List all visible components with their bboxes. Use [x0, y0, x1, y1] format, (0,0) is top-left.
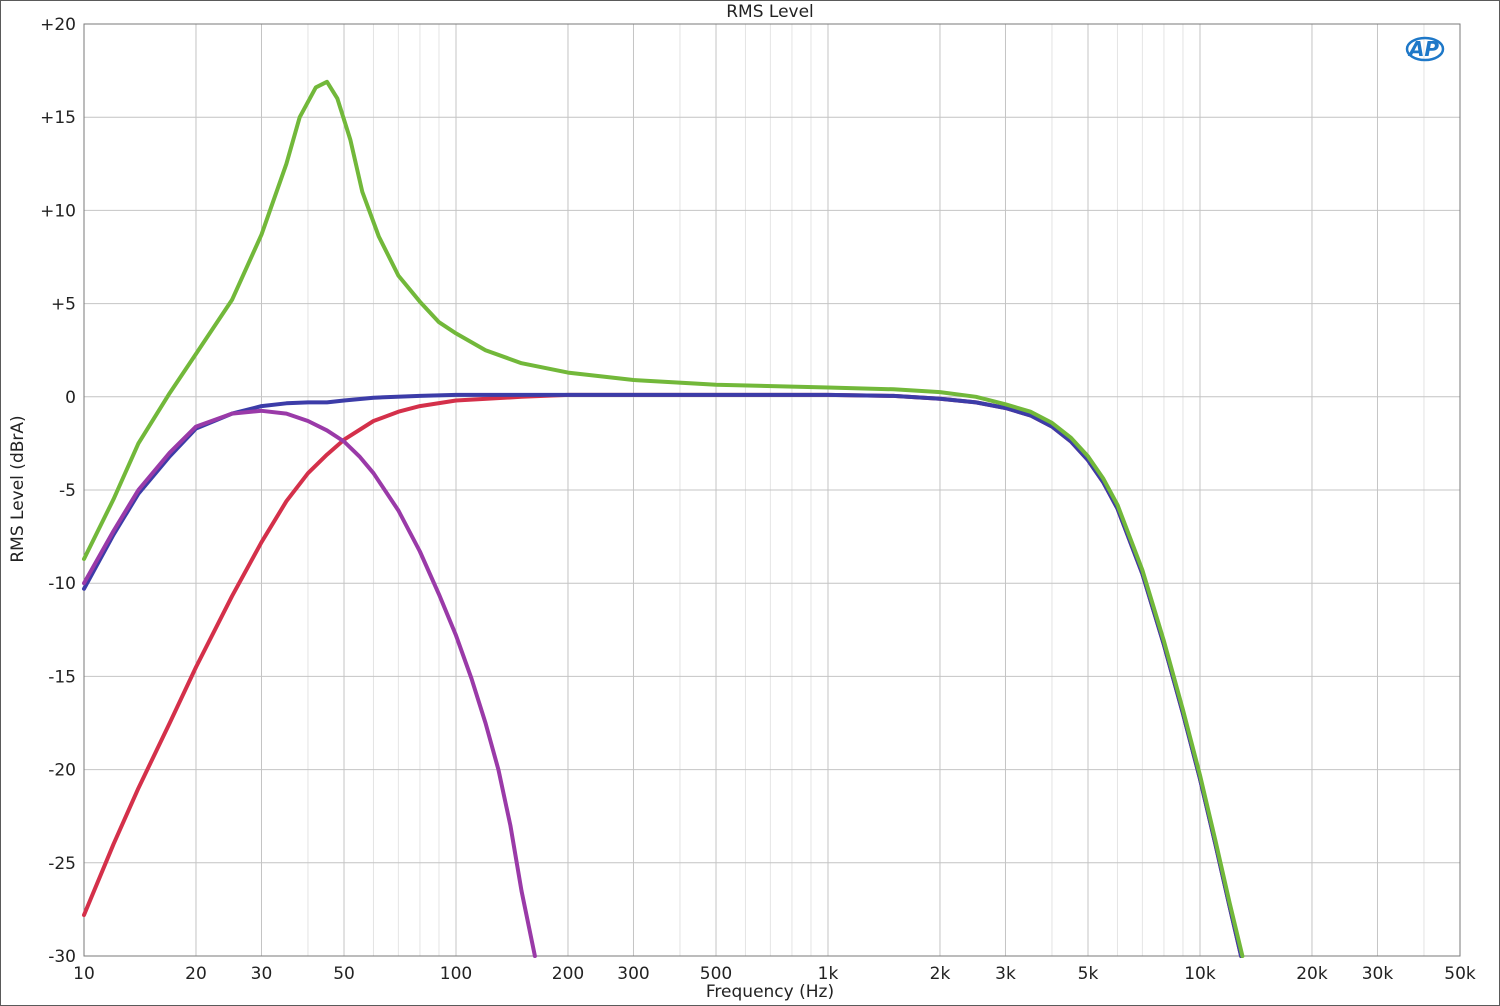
x-tick-labels: 10 20 30 50 100 200 300 500 1k 2k 3k 5k 10k 20k 30k 50k: [73, 964, 1476, 984]
series-lines: [82, 79, 1245, 958]
ap-logo-text: AP: [1407, 37, 1439, 61]
x-tick-label: 10k: [1184, 964, 1216, 984]
x-tick-label: 1k: [818, 964, 839, 984]
x-tick-label: 100: [440, 964, 472, 984]
x-tick-label: 50: [333, 964, 355, 984]
x-tick-label: 30: [251, 964, 273, 984]
y-axis-title: RMS Level (dBrA): [8, 415, 28, 562]
x-tick-label: 30k: [1362, 964, 1394, 984]
y-tick-labels: +20 +15 +10 +5 0 -5 -10 -15 -20 -25 -30: [40, 15, 76, 967]
y-tick-label: -25: [48, 854, 76, 874]
x-axis-title: Frequency (Hz): [706, 982, 834, 1002]
x-tick-label: 20k: [1296, 964, 1328, 984]
y-tick-label: -5: [59, 481, 76, 501]
x-tick-label: 500: [700, 964, 732, 984]
chart-title: RMS Level: [726, 2, 814, 22]
series-line-3: [82, 408, 537, 958]
x-tick-label: 5k: [1078, 964, 1099, 984]
chart-svg: 10 20 30 50 100 200 300 500 1k 2k 3k 5k 10k 20k 30k 50k…: [8, 2, 1476, 1002]
x-tick-label: 20: [185, 964, 207, 984]
x-tick-label: 300: [617, 964, 649, 984]
x-tick-label: 10: [73, 964, 95, 984]
rms-level-chart: 10 20 30 50 100 200 300 500 1k 2k 3k 5k 10k 20k 30k 50k…: [0, 0, 1500, 1006]
series-line-4: [82, 79, 1245, 958]
ap-logo-icon: AP: [1405, 36, 1445, 62]
x-tick-label: 200: [552, 964, 584, 984]
y-tick-label: +10: [40, 201, 76, 221]
x-tick-label: 50k: [1444, 964, 1476, 984]
y-tick-label: +20: [40, 15, 76, 35]
y-tick-label: +15: [40, 108, 76, 128]
major-gridlines: [83, 23, 1461, 957]
x-tick-label: 3k: [995, 964, 1016, 984]
y-tick-label: +5: [51, 295, 76, 315]
y-tick-label: -15: [48, 667, 76, 687]
y-tick-label: -20: [48, 761, 76, 781]
series-line-2: [82, 392, 1244, 958]
y-tick-label: 0: [65, 388, 76, 408]
series-line-1: [82, 392, 1244, 958]
y-tick-label: -30: [48, 947, 76, 967]
y-tick-label: -10: [48, 574, 76, 594]
x-tick-label: 2k: [930, 964, 951, 984]
